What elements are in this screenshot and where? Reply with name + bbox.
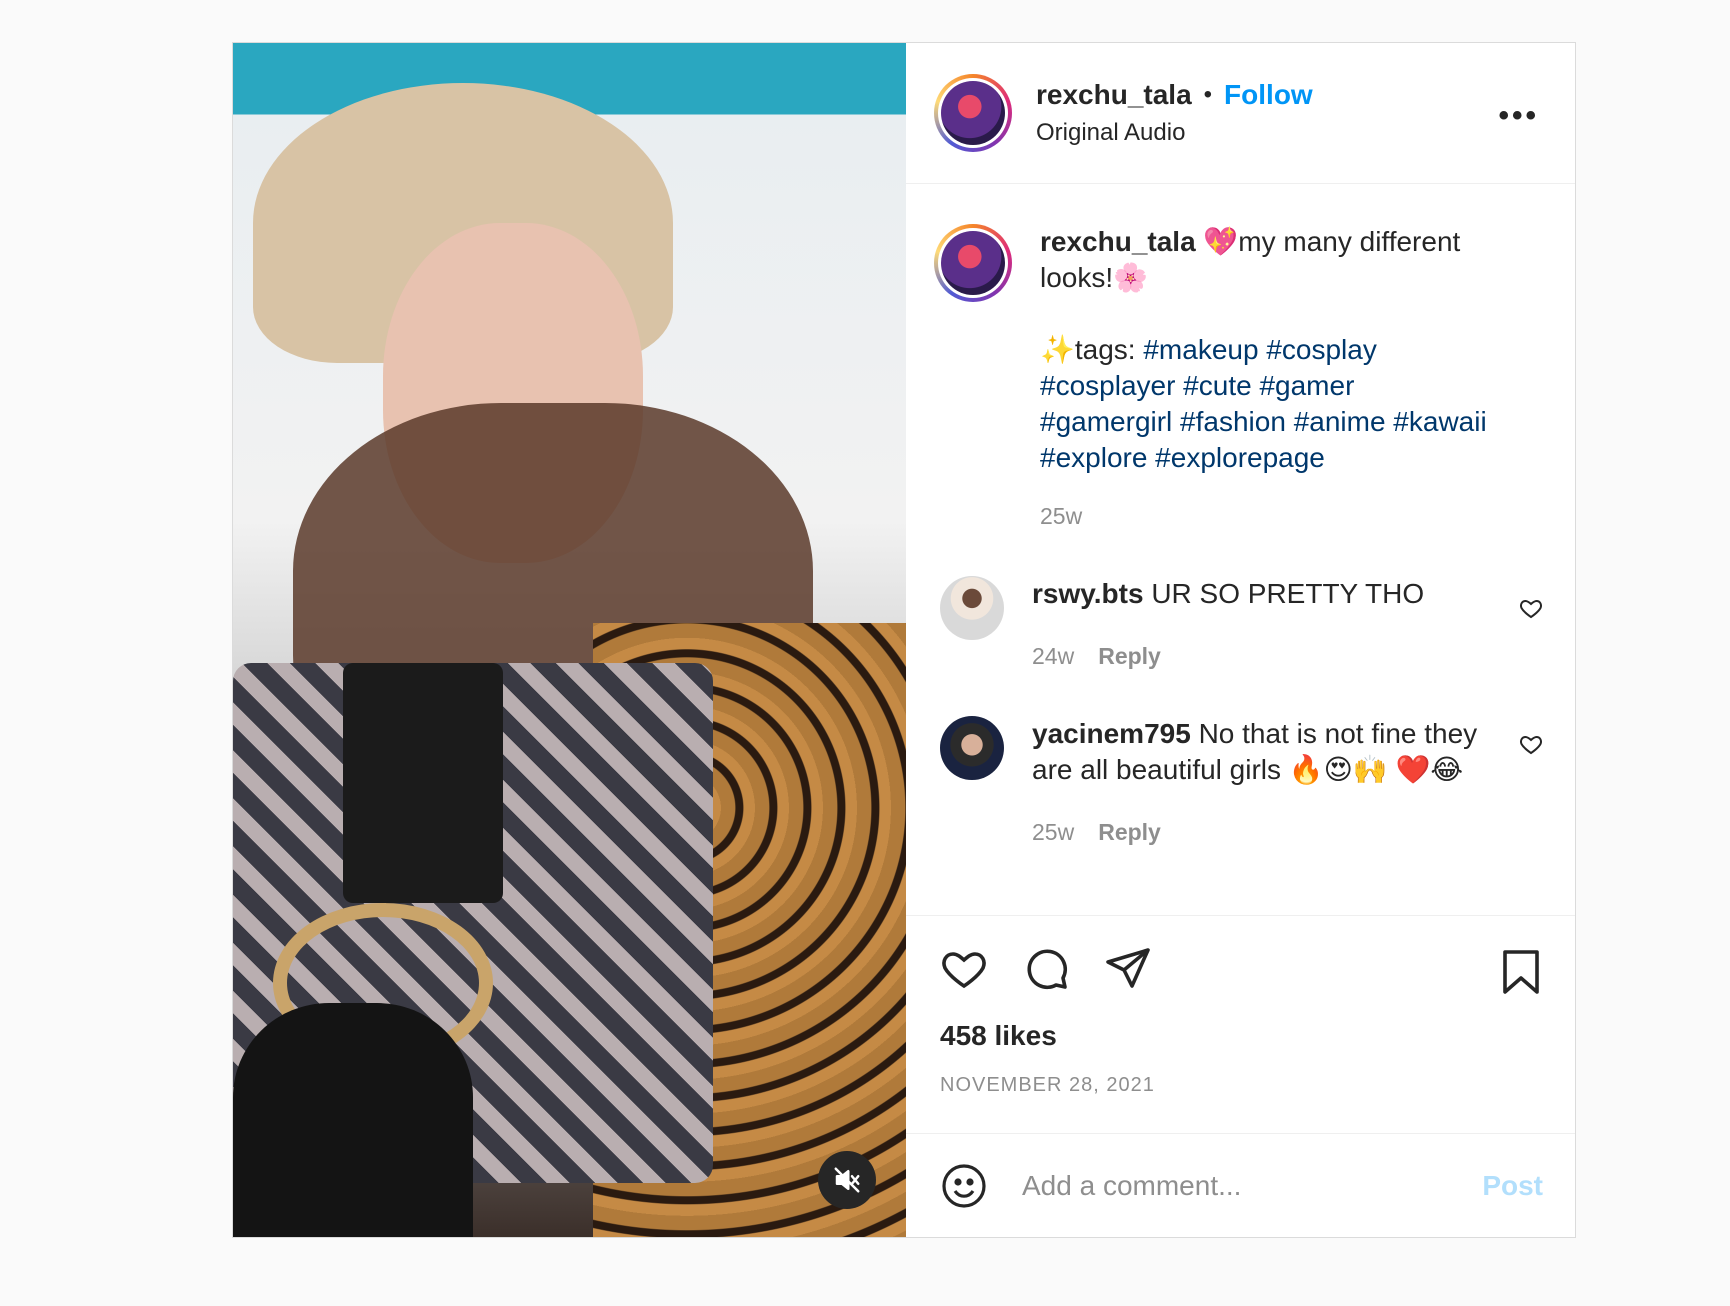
post-date[interactable]: NOVEMBER 28, 2021 [940,1074,1547,1097]
follow-button[interactable]: Follow [1224,79,1313,111]
author-avatar-image [941,81,1005,145]
audio-link[interactable]: Original Audio [1036,119,1313,147]
comment-like-icon[interactable] [1519,596,1543,620]
like-count[interactable]: 458 likes [940,1020,1547,1052]
caption-tags-prefix: ✨tags: [1040,334,1144,365]
comment-input[interactable] [1020,1168,1483,1203]
like-heart-icon[interactable] [940,944,988,992]
comment-timestamp[interactable]: 24w [1032,638,1074,674]
post-comment-button[interactable]: Post [1482,1170,1543,1202]
comment-item: yacinem795 No that is not fine they are … [934,716,1543,850]
photo-pants [233,1003,473,1237]
caption-author-avatar[interactable] [934,224,1012,302]
more-options-button[interactable]: ••• [1498,99,1539,133]
comment-timestamp[interactable]: 25w [1032,814,1074,850]
reply-button[interactable]: Reply [1098,814,1161,850]
mute-button[interactable] [818,1151,876,1209]
comment-item: rswy.bts UR SO PRETTY THO 24w Reply [934,576,1543,674]
commenter-avatar[interactable] [940,716,1004,780]
reply-button[interactable]: Reply [1098,638,1161,674]
post-header: rexchu_tala • Follow Original Audio ••• [906,43,1575,184]
speaker-muted-icon [834,1167,860,1193]
post-actions: 458 likes NOVEMBER 28, 2021 [906,915,1575,1133]
photo-bag-strap [343,663,503,903]
comment-like-icon[interactable] [1519,732,1543,756]
share-paper-plane-icon[interactable] [1104,944,1152,992]
post-side-panel: rexchu_tala • Follow Original Audio ••• … [906,43,1575,1237]
commenter-avatar[interactable] [940,576,1004,640]
comment-bubble-icon[interactable] [1022,944,1070,992]
comment-text: UR SO PRETTY THO [1151,578,1425,609]
instagram-post: rexchu_tala • Follow Original Audio ••• … [232,42,1576,1238]
save-bookmark-icon[interactable] [1499,948,1543,996]
comments-section: rexchu_tala 💖my many different looks!🌸 ✨… [906,184,1575,915]
caption-username[interactable]: rexchu_tala [1040,226,1196,257]
smiley-icon[interactable] [940,1162,988,1210]
comment-username[interactable]: rswy.bts [1032,578,1144,609]
comment-username[interactable]: yacinem795 [1032,718,1191,749]
separator-dot: • [1203,81,1213,108]
caption-timestamp[interactable]: 25w [1040,498,1082,534]
caption: rexchu_tala 💖my many different looks!🌸 ✨… [934,224,1543,534]
author-username[interactable]: rexchu_tala [1036,79,1192,111]
post-video[interactable] [233,43,906,1237]
author-avatar[interactable] [934,74,1012,152]
add-comment-bar: Post [906,1133,1575,1237]
